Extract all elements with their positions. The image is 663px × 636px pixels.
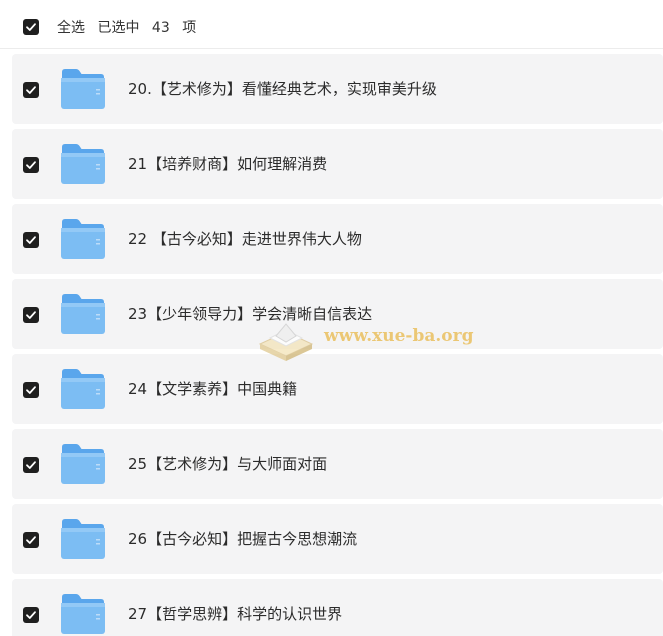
item-label: 23【少年领导力】学会清晰自信表达	[128, 305, 373, 323]
selected-prefix: 已选中	[97, 20, 140, 36]
selected-count: 43	[151, 20, 170, 36]
item-checkbox[interactable]	[23, 82, 39, 98]
list-item[interactable]: 27【哲学思辨】科学的认识世界	[12, 579, 663, 636]
item-checkbox[interactable]	[23, 232, 39, 248]
checkmark-icon	[26, 536, 36, 544]
list-item[interactable]: 24【文学素养】中国典籍	[12, 354, 663, 424]
checkmark-icon	[26, 611, 36, 619]
list-item[interactable]: 22 【古今必知】走进世界伟大人物	[12, 204, 663, 274]
checkmark-icon	[26, 86, 36, 94]
checkmark-icon	[26, 386, 36, 394]
item-label: 25【艺术修为】与大师面对面	[128, 455, 328, 473]
item-label: 24【文学素养】中国典籍	[128, 380, 298, 398]
selection-summary: 全选 已选中 43 项	[57, 18, 204, 38]
list-item[interactable]: 26【古今必知】把握古今思想潮流	[12, 504, 663, 574]
checkmark-icon	[26, 461, 36, 469]
folder-icon	[61, 219, 105, 259]
folder-list: 20.【艺术修为】看懂经典艺术，实现审美升级 21【培养财商】如何理解消费 22…	[12, 54, 663, 636]
item-label: 20.【艺术修为】看懂经典艺术，实现审美升级	[128, 80, 437, 98]
item-checkbox[interactable]	[23, 157, 39, 173]
item-checkbox[interactable]	[23, 532, 39, 548]
folder-icon	[61, 519, 105, 559]
list-item[interactable]: 25【艺术修为】与大师面对面	[12, 429, 663, 499]
folder-icon	[61, 444, 105, 484]
select-all-checkbox[interactable]	[23, 19, 39, 35]
folder-icon	[61, 144, 105, 184]
list-item[interactable]: 21【培养财商】如何理解消费	[12, 129, 663, 199]
checkmark-icon	[26, 23, 36, 31]
checkmark-icon	[26, 311, 36, 319]
folder-icon	[61, 594, 105, 634]
folder-icon	[61, 369, 105, 409]
item-checkbox[interactable]	[23, 307, 39, 323]
item-label: 21【培养财商】如何理解消费	[128, 155, 328, 173]
list-item[interactable]: 20.【艺术修为】看懂经典艺术，实现审美升级	[12, 54, 663, 124]
list-item[interactable]: 23【少年领导力】学会清晰自信表达	[12, 279, 663, 349]
checkmark-icon	[26, 236, 36, 244]
item-checkbox[interactable]	[23, 607, 39, 623]
item-checkbox[interactable]	[23, 382, 39, 398]
folder-icon	[61, 69, 105, 109]
selected-suffix: 项	[182, 20, 197, 36]
selection-header: 全选 已选中 43 项	[0, 0, 663, 49]
folder-icon	[61, 294, 105, 334]
item-checkbox[interactable]	[23, 457, 39, 473]
file-list-page: 全选 已选中 43 项 20.【艺术修为】看懂经典艺术，实现审美升级 21【培养…	[0, 0, 663, 636]
checkmark-icon	[26, 161, 36, 169]
item-label: 27【哲学思辨】科学的认识世界	[128, 605, 343, 623]
select-all-label[interactable]: 全选	[57, 20, 85, 36]
item-label: 22 【古今必知】走进世界伟大人物	[128, 230, 362, 248]
item-label: 26【古今必知】把握古今思想潮流	[128, 530, 358, 548]
